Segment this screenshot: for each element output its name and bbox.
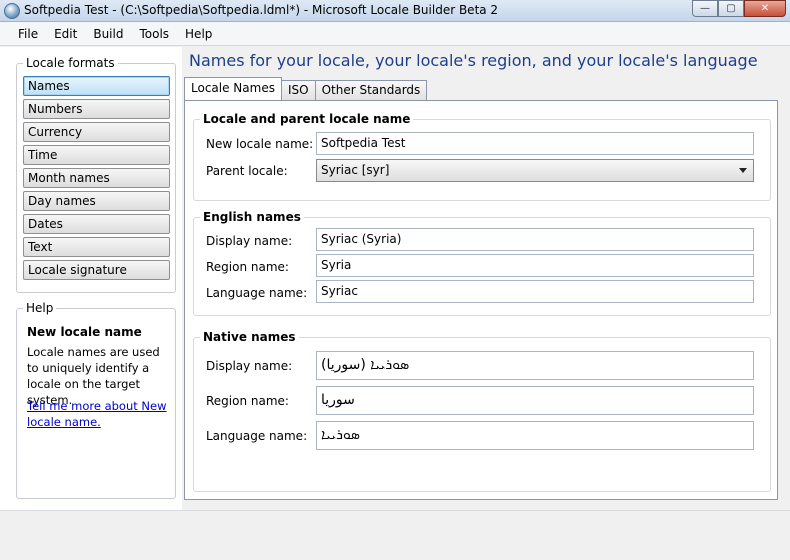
- locale-parent-section: Locale and parent locale name New locale…: [193, 112, 771, 201]
- tab-iso[interactable]: ISO: [280, 80, 316, 100]
- status-bar: [0, 510, 790, 560]
- locale-parent-legend: Locale and parent locale name: [200, 112, 414, 126]
- nav-time-button[interactable]: Time: [23, 145, 170, 165]
- left-pane: Locale formats Names Numbers Currency Ti…: [0, 47, 182, 510]
- english-display-name-input[interactable]: Syriac (Syria): [316, 228, 754, 251]
- english-language-name-input[interactable]: Syriac: [316, 280, 754, 303]
- tab-locale-names[interactable]: Locale Names: [184, 77, 282, 100]
- window-controls: — ▢ ✕: [692, 0, 786, 18]
- locale-formats-list: Names Numbers Currency Time Month names …: [23, 76, 170, 283]
- nav-dates-button[interactable]: Dates: [23, 214, 170, 234]
- menu-tools[interactable]: Tools: [131, 23, 177, 45]
- english-names-legend: English names: [200, 210, 304, 224]
- english-display-name-label: Display name:: [206, 234, 293, 248]
- menu-edit[interactable]: Edit: [46, 23, 85, 45]
- help-legend: Help: [23, 301, 57, 315]
- tab-strip: Locale Names ISO Other Standards: [184, 77, 428, 100]
- app-globe-icon: [4, 3, 20, 19]
- native-display-name-label: Display name:: [206, 359, 293, 373]
- nav-currency-button[interactable]: Currency: [23, 122, 170, 142]
- english-region-name-input[interactable]: Syria: [316, 254, 754, 277]
- english-language-name-label: Language name:: [206, 286, 308, 300]
- native-display-name-input[interactable]: ܣܘܪܝܝܐ (سوريا): [316, 351, 754, 380]
- help-title: New locale name: [27, 325, 142, 339]
- minimize-button[interactable]: —: [692, 0, 718, 17]
- menu-build[interactable]: Build: [85, 23, 131, 45]
- new-locale-name-label: New locale name:: [206, 137, 314, 151]
- native-region-name-label: Region name:: [206, 394, 289, 408]
- locale-formats-legend: Locale formats: [23, 56, 118, 70]
- window-title: Softpedia Test - (C:\Softpedia\Softpedia…: [24, 3, 499, 17]
- locale-formats-group: Locale formats Names Numbers Currency Ti…: [16, 56, 176, 293]
- parent-locale-label: Parent locale:: [206, 164, 288, 178]
- chevron-down-icon: [739, 168, 747, 173]
- nav-text-button[interactable]: Text: [23, 237, 170, 257]
- tab-other-standards[interactable]: Other Standards: [314, 80, 428, 100]
- help-more-link[interactable]: Tell me more about New locale name.: [27, 398, 167, 430]
- native-names-legend: Native names: [200, 330, 299, 344]
- native-language-name-input[interactable]: ܣܘܪܝܝܐ: [316, 421, 754, 450]
- native-language-name-label: Language name:: [206, 429, 308, 443]
- native-names-section: Native names Display name: ܣܘܪܝܝܐ (سوريا…: [193, 330, 771, 492]
- english-region-name-label: Region name:: [206, 260, 289, 274]
- parent-locale-select[interactable]: Syriac [syr]: [316, 159, 754, 182]
- nav-numbers-button[interactable]: Numbers: [23, 99, 170, 119]
- title-bar: Softpedia Test - (C:\Softpedia\Softpedia…: [0, 0, 790, 22]
- parent-locale-value: Syriac [syr]: [321, 163, 390, 177]
- nav-locale-signature-button[interactable]: Locale signature: [23, 260, 170, 280]
- native-region-name-input[interactable]: سوريا: [316, 386, 754, 415]
- nav-names-button[interactable]: Names: [23, 76, 170, 96]
- menu-help[interactable]: Help: [177, 23, 220, 45]
- help-group: Help New locale name Locale names are us…: [16, 301, 176, 499]
- menu-bar: File Edit Build Tools Help: [0, 22, 790, 46]
- english-names-section: English names Display name: Syriac (Syri…: [193, 210, 771, 316]
- maximize-button[interactable]: ▢: [718, 0, 744, 17]
- close-button[interactable]: ✕: [744, 0, 786, 17]
- nav-month-names-button[interactable]: Month names: [23, 168, 170, 188]
- new-locale-name-input[interactable]: Softpedia Test: [316, 132, 754, 155]
- menu-file[interactable]: File: [10, 23, 46, 45]
- locale-names-panel: Locale and parent locale name New locale…: [184, 100, 778, 500]
- page-title: Names for your locale, your locale's reg…: [189, 51, 758, 70]
- nav-day-names-button[interactable]: Day names: [23, 191, 170, 211]
